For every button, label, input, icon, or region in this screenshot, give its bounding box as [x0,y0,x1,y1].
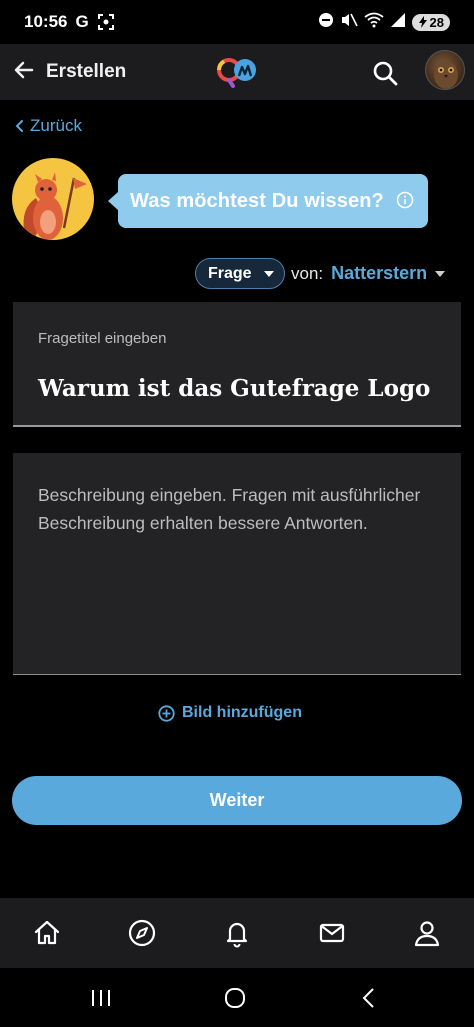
wifi-icon [363,12,384,33]
caret-down-icon [264,271,274,277]
author-selector[interactable]: Natterstern [331,263,427,284]
question-type-row: Frage von: Natterstern [195,258,446,289]
bell-icon[interactable] [221,917,253,949]
question-title-field[interactable]: Fragetitel eingeben Warum ist das Gutefr… [13,302,461,427]
recents-icon[interactable] [86,984,116,1012]
info-icon[interactable] [396,191,414,209]
question-type-value: Frage [208,264,252,282]
bottom-navigation [0,898,474,968]
question-type-dropdown[interactable]: Frage [195,258,285,289]
home-button-icon[interactable] [220,984,250,1012]
signal-icon [390,12,406,33]
compass-icon[interactable] [126,917,158,949]
mascot-squirrel-illustration [12,158,94,240]
dnd-icon [318,12,334,33]
add-image-label: Bild hinzufügen [182,704,302,721]
search-icon[interactable] [370,58,400,88]
prompt-bubble: Was möchtest Du wissen? [108,174,428,228]
status-icons: 28 [318,12,450,33]
plus-circle-icon [158,704,175,722]
home-icon[interactable] [31,917,63,949]
screenshot-icon [97,13,115,31]
status-bar: 10:56 G 28 [0,0,474,44]
google-status-icon: G [75,12,89,31]
prompt-text: Was möchtest Du wissen? [130,189,384,212]
add-image-button[interactable]: Bild hinzufügen [158,704,302,722]
continue-button[interactable]: Weiter [12,776,462,825]
profile-icon[interactable] [411,917,443,949]
app-bar-title: Erstellen [46,61,127,82]
gutefrage-logo-icon[interactable] [215,54,259,90]
question-title-input[interactable]: Warum ist das Gutefrage Logo [38,372,448,406]
battery-level: 28 [429,14,444,30]
mail-icon[interactable] [316,917,348,949]
mute-icon [340,12,358,33]
status-time: 10:56 [24,12,68,31]
battery-indicator: 28 [411,13,450,31]
system-navigation [0,968,474,1027]
back-arrow-icon[interactable] [12,58,36,87]
app-bar: Erstellen [0,44,474,100]
author-caret-down-icon[interactable] [435,270,446,277]
chevron-left-icon [15,120,23,132]
back-link[interactable]: Zurück [14,116,82,136]
description-placeholder: Beschreibung eingeben. Fragen mit ausfüh… [38,485,421,533]
system-back-icon[interactable] [354,984,384,1012]
back-link-label: Zurück [30,116,82,135]
user-avatar[interactable] [425,50,465,90]
question-title-label: Fragetitel eingeben [38,330,167,347]
description-field[interactable]: Beschreibung eingeben. Fragen mit ausfüh… [13,453,461,675]
von-label: von: [291,263,324,283]
